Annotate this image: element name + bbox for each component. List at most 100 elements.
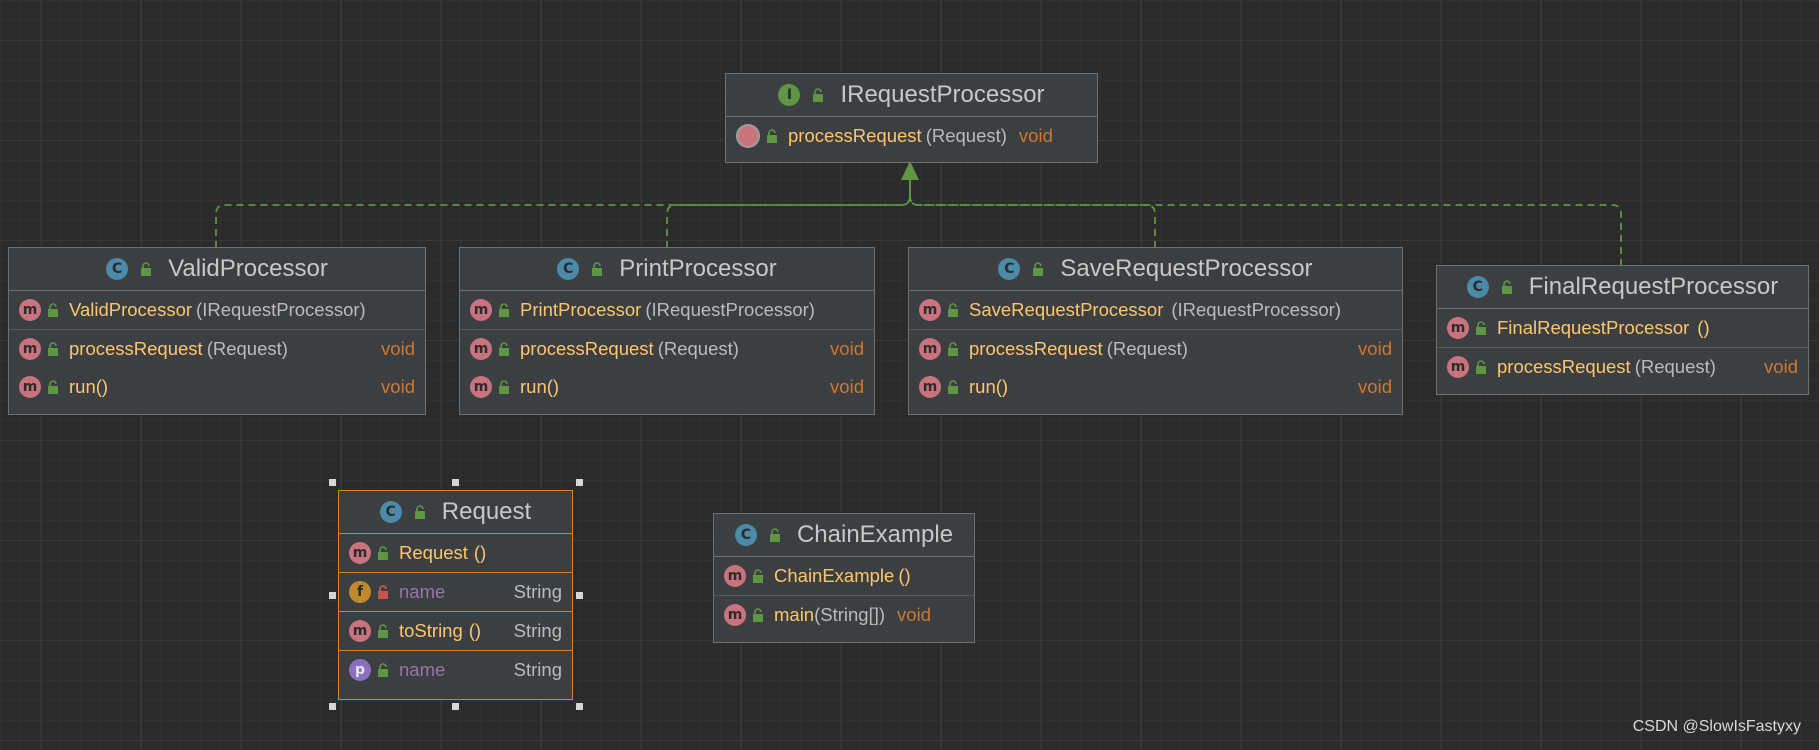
public-lock-icon [948, 342, 958, 356]
method-parens: () [898, 565, 911, 586]
class-icon: C [379, 501, 402, 523]
edge-valid-to-interface [215, 178, 911, 248]
return-type: void [897, 604, 931, 625]
constructor-row[interactable]: m ChainExample () [714, 557, 974, 596]
constructor-row[interactable]: m PrintProcessor (IRequestProcessor) [460, 291, 874, 330]
public-lock-icon [769, 528, 780, 542]
public-lock-icon [948, 303, 958, 317]
method-icon: m [724, 565, 746, 587]
method-parens: () [1697, 317, 1710, 338]
constructor-row[interactable]: m FinalRequestProcessor () [1437, 309, 1808, 348]
method-name: processRequest [520, 338, 654, 359]
resize-handle-br[interactable] [576, 703, 583, 710]
resize-handle-bm[interactable] [452, 703, 459, 710]
return-type: void [381, 338, 415, 359]
constructor-row[interactable]: m ValidProcessor (IRequestProcessor) [9, 291, 425, 330]
method-icon: m [1447, 317, 1469, 339]
public-lock-icon [1501, 280, 1512, 294]
request-node[interactable]: C Request m Request () f name String m t… [338, 490, 573, 700]
field-icon: f [349, 581, 371, 603]
public-lock-icon [48, 342, 58, 356]
method-icon: m [919, 299, 941, 321]
valid-processor-node[interactable]: C ValidProcessor m ValidProcessor (IRequ… [8, 247, 426, 415]
class-name: ChainExample [796, 521, 954, 548]
method-icon: m [470, 299, 492, 321]
method-name: Request [399, 542, 468, 563]
resize-handle-tr[interactable] [576, 479, 583, 486]
method-row[interactable]: m processRequest (Request) void [909, 330, 1402, 368]
method-params: (String[]) [814, 604, 886, 625]
public-lock-icon [813, 88, 824, 102]
public-lock-icon [499, 342, 509, 356]
method-name: processRequest [969, 338, 1103, 359]
return-type: void [1358, 338, 1392, 359]
method-icon: m [19, 376, 41, 398]
method-params: (Request) [1106, 338, 1188, 359]
print-processor-node[interactable]: C PrintProcessor m PrintProcessor (IRequ… [459, 247, 875, 415]
chain-example-node[interactable]: C ChainExample m ChainExample () m main … [713, 513, 975, 643]
method-row[interactable]: m run () void [909, 368, 1402, 406]
abstract-method-icon [736, 124, 760, 148]
field-type: String [513, 581, 562, 602]
static-method-icon: m [724, 604, 746, 626]
resize-handle-mr[interactable] [576, 592, 583, 599]
resize-handle-tm[interactable] [452, 479, 459, 486]
method-icon: m [470, 376, 492, 398]
public-lock-icon [1476, 360, 1486, 374]
method-row[interactable]: m processRequest (Request) void [9, 330, 425, 368]
method-name: run [69, 376, 96, 397]
class-icon: C [998, 258, 1021, 280]
method-name: main [774, 604, 815, 625]
final-request-processor-node[interactable]: C FinalRequestProcessor m FinalRequestPr… [1436, 265, 1809, 395]
method-row[interactable]: m toString () String [339, 612, 572, 651]
method-icon: m [19, 299, 41, 321]
method-row[interactable]: processRequest (Request) void [726, 117, 1097, 155]
method-row[interactable]: m run () void [460, 368, 874, 406]
method-params: (Request) [657, 338, 739, 359]
return-type: String [513, 620, 562, 641]
method-name: processRequest [1497, 356, 1631, 377]
method-name: processRequest [788, 125, 922, 146]
property-row[interactable]: p name String [339, 651, 572, 689]
resize-handle-ml[interactable] [329, 592, 336, 599]
edge-print-to-interface [666, 178, 911, 248]
resize-handle-bl[interactable] [329, 703, 336, 710]
public-lock-icon [48, 380, 58, 394]
method-params: (Request) [206, 338, 288, 359]
realization-arrowhead [901, 161, 919, 180]
constructor-row[interactable]: m SaveRequestProcessor (IRequestProcesso… [909, 291, 1402, 330]
method-row[interactable]: m processRequest (Request) void [1437, 348, 1808, 386]
method-params: (IRequestProcessor) [196, 299, 366, 320]
public-lock-icon [378, 546, 388, 560]
resize-handle-tl[interactable] [329, 479, 336, 486]
method-name: run [969, 376, 996, 397]
method-name: FinalRequestProcessor [1497, 317, 1690, 338]
method-name: PrintProcessor [520, 299, 642, 320]
method-row[interactable]: m run () void [9, 368, 425, 406]
public-lock-icon [948, 380, 958, 394]
property-icon: p [349, 659, 371, 681]
return-type: void [830, 376, 864, 397]
return-type: void [1764, 356, 1798, 377]
public-lock-icon [48, 303, 58, 317]
edge-save-to-interface [909, 178, 1156, 248]
class-name: ValidProcessor [168, 255, 328, 282]
return-type: void [830, 338, 864, 359]
public-lock-icon [378, 663, 388, 677]
method-params: (Request) [925, 125, 1007, 146]
interface-node[interactable]: I IRequestProcessor processRequest (Requ… [725, 73, 1098, 163]
method-icon: m [919, 376, 941, 398]
constructor-row[interactable]: m Request () [339, 534, 572, 573]
property-name: name [399, 659, 446, 680]
method-parens: () [468, 620, 482, 641]
method-row[interactable]: m main (String[]) void [714, 596, 974, 634]
method-name: processRequest [69, 338, 203, 359]
field-row[interactable]: f name String [339, 573, 572, 612]
property-type: String [513, 659, 562, 680]
watermark: CSDN @SlowIsFastyxy [1632, 718, 1801, 735]
class-icon: C [106, 258, 129, 280]
save-request-processor-node[interactable]: C SaveRequestProcessor m SaveRequestProc… [908, 247, 1403, 415]
method-row[interactable]: m processRequest (Request) void [460, 330, 874, 368]
method-icon: m [19, 338, 41, 360]
method-icon: m [349, 542, 371, 564]
